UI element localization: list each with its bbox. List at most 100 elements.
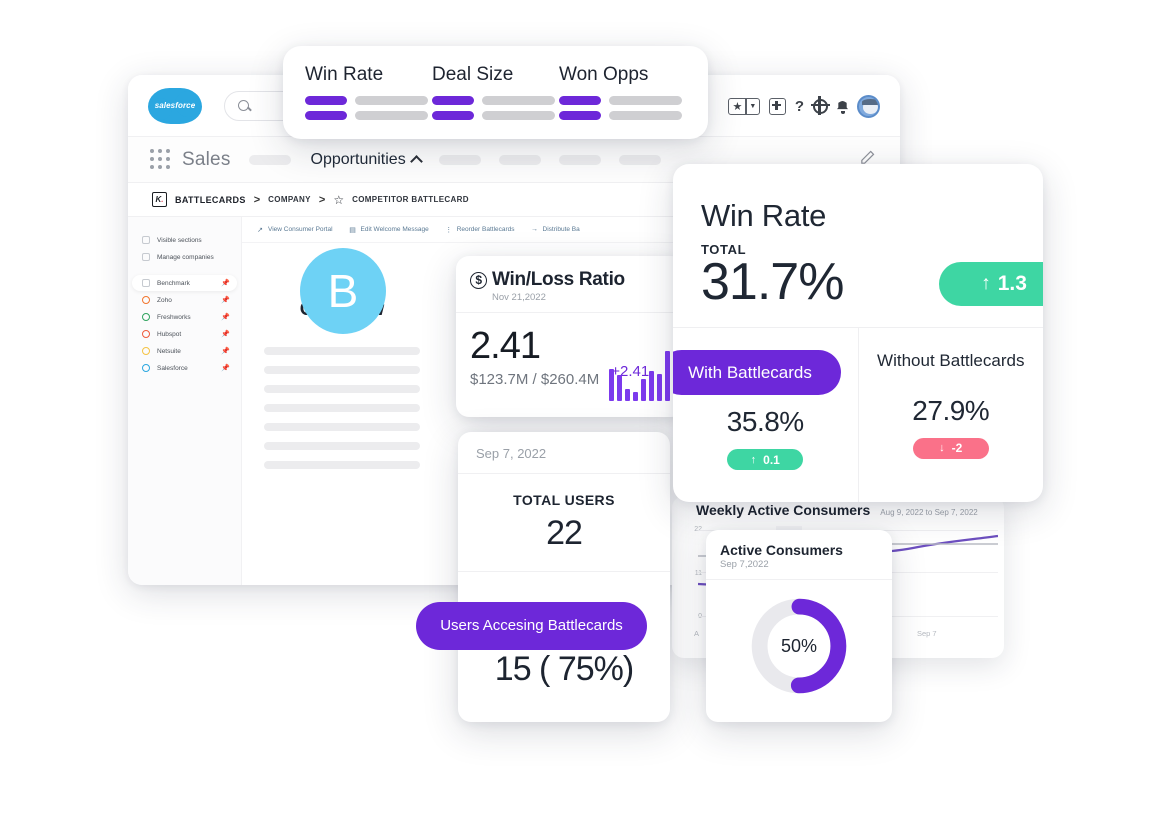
help-icon[interactable]: ? bbox=[795, 99, 804, 114]
x-tick: Sep 7 bbox=[917, 629, 937, 638]
toolbar-label: View Consumer Portal bbox=[268, 226, 333, 233]
star-outline-icon[interactable]: ☆ bbox=[333, 193, 344, 207]
nav-placeholder-tab[interactable] bbox=[498, 154, 541, 165]
breadcrumb-item-battlecards[interactable]: BATTLECARDS bbox=[175, 195, 246, 205]
kpi-bar-row bbox=[432, 96, 559, 105]
user-avatar[interactable] bbox=[857, 94, 880, 118]
benchmark-icon bbox=[142, 279, 150, 287]
active-consumers-title: Active Consumers bbox=[720, 542, 843, 558]
battlecards-sidebar: Visible sections Manage companies Benchm… bbox=[128, 217, 242, 585]
sidebar-item-label: Visible sections bbox=[157, 236, 202, 244]
with-battlecards-label: With Battlecards bbox=[688, 362, 812, 382]
kpi-bar-empty bbox=[355, 111, 428, 120]
with-battlecards-delta: 0.1 bbox=[763, 452, 780, 467]
win-rate-with-battlecards: With Battlecards 35.8% ↑ 0.1 bbox=[673, 328, 858, 502]
sidebar-item-label: Netsuite bbox=[157, 347, 181, 355]
win-loss-ratio-date: Nov 21,2022 bbox=[492, 292, 546, 303]
win-rate-total-delta-badge: ↑ 1.3 bbox=[939, 262, 1043, 306]
kpi-title: Deal Size bbox=[432, 64, 514, 85]
users-accessing-battlecards-chip[interactable]: Users Accesing Battlecards bbox=[416, 602, 647, 650]
app-launcher-icon[interactable] bbox=[150, 148, 172, 171]
users-accessing-battlecards-label: Users Accesing Battlecards bbox=[440, 616, 623, 634]
win-loss-ratio-header: $ Win/Loss Ratio Nov 21,2022 bbox=[456, 256, 684, 313]
sidebar-item-freshworks[interactable]: Freshworks 📌 bbox=[132, 309, 237, 325]
sidebar-item-hubspot[interactable]: Hubspot 📌 bbox=[132, 326, 237, 342]
breadcrumb-item-company[interactable]: COMPANY bbox=[268, 195, 311, 204]
nav-placeholder-tab[interactable] bbox=[558, 154, 601, 165]
notifications-bell-icon[interactable] bbox=[837, 101, 848, 114]
nav-placeholder-tab[interactable] bbox=[618, 154, 661, 165]
sidebar-item-manage-companies[interactable]: Manage companies bbox=[132, 249, 237, 265]
total-users-date: Sep 7, 2022 bbox=[458, 432, 670, 474]
pin-icon[interactable]: 📌 bbox=[221, 296, 230, 304]
kpi-bar-row bbox=[559, 111, 686, 120]
sidebar-item-netsuite[interactable]: Netsuite 📌 bbox=[132, 343, 237, 359]
company-avatar: B bbox=[300, 248, 386, 334]
global-header-actions: ★ ▼ ? bbox=[728, 75, 880, 137]
sidebar-item-label: Freshworks bbox=[157, 313, 191, 321]
add-icon[interactable] bbox=[768, 97, 786, 115]
setup-gear-icon[interactable] bbox=[810, 96, 830, 116]
reorder-icon: ⋮ bbox=[445, 226, 453, 234]
win-rate-total-delta: 1.3 bbox=[997, 272, 1027, 295]
sidebar-item-label: Zoho bbox=[157, 296, 172, 304]
star-glyph: ★ bbox=[732, 100, 743, 113]
battlecards-badge-icon: K. bbox=[152, 192, 167, 207]
active-consumers-donut-wrap: 50% bbox=[706, 580, 892, 698]
win-loss-ratio-card: $ Win/Loss Ratio Nov 21,2022 2.41 $123.7… bbox=[456, 256, 684, 417]
salesforce-logo[interactable]: salesforce bbox=[148, 87, 202, 124]
sidebar-item-benchmark[interactable]: Benchmark 📌 bbox=[132, 275, 237, 291]
active-consumers-date: Sep 7,2022 bbox=[706, 558, 892, 580]
pin-icon[interactable]: 📌 bbox=[221, 347, 230, 355]
kpi-bar-empty bbox=[355, 96, 428, 105]
kpi-bar-empty bbox=[482, 111, 555, 120]
arrow-up-icon: ↑ bbox=[750, 453, 757, 466]
win-rate-total-section: Win Rate TOTAL 31.7% ↑ 1.3 bbox=[673, 164, 1043, 327]
pin-icon[interactable]: 📌 bbox=[221, 364, 230, 372]
kpi-column-won-opps: Won Opps bbox=[559, 64, 686, 139]
chevron-up-icon bbox=[409, 154, 423, 168]
with-battlecards-chip[interactable]: With Battlecards bbox=[673, 350, 841, 395]
toolbar-edit-welcome-message[interactable]: ▤ Edit Welcome Message bbox=[349, 226, 428, 234]
win-loss-ratio-title: Win/Loss Ratio bbox=[492, 269, 625, 290]
tab-opportunities[interactable]: Opportunities bbox=[311, 151, 423, 169]
kpi-bar-filled bbox=[432, 96, 474, 105]
kpi-column-win-rate: Win Rate bbox=[305, 64, 432, 139]
sidebar-item-label: Benchmark bbox=[157, 279, 190, 287]
win-rate-title: Win Rate bbox=[701, 198, 827, 233]
grid-icon bbox=[142, 253, 150, 261]
pin-icon[interactable]: 📌 bbox=[221, 313, 230, 321]
total-users-card: Sep 7, 2022 TOTAL USERS 22 Users Accesin… bbox=[416, 432, 670, 722]
total-users-label: TOTAL USERS bbox=[513, 492, 615, 508]
sidebar-item-visible-sections[interactable]: Visible sections bbox=[132, 232, 237, 248]
kpi-bar-filled bbox=[305, 96, 347, 105]
sidebar-item-zoho[interactable]: Zoho 📌 bbox=[132, 292, 237, 308]
breadcrumb-item-competitor-battlecard[interactable]: COMPETITOR BATTLECARD bbox=[352, 195, 469, 204]
pin-icon[interactable]: 📌 bbox=[221, 279, 230, 287]
company-dot-icon bbox=[142, 364, 150, 372]
weekly-active-consumers-range: Aug 9, 2022 to Sep 7, 2022 bbox=[880, 508, 978, 517]
favorites-star-icon[interactable]: ★ ▼ bbox=[728, 97, 760, 115]
dollar-circle-icon: $ bbox=[470, 271, 487, 289]
kpi-bars bbox=[432, 96, 559, 120]
nav-placeholder-tab[interactable] bbox=[438, 154, 481, 165]
x-tick: A bbox=[694, 629, 700, 638]
badge-dot: . bbox=[161, 195, 164, 204]
toolbar-distribute-battlecards[interactable]: → Distribute Ba bbox=[531, 226, 580, 234]
win-loss-ratio-title-row: $ Win/Loss Ratio bbox=[470, 269, 684, 291]
kpi-bar-empty bbox=[609, 96, 682, 105]
toolbar-label: Distribute Ba bbox=[542, 226, 580, 233]
kpi-bar-row bbox=[559, 96, 686, 105]
nav-placeholder-tab[interactable] bbox=[248, 154, 291, 165]
eye-icon bbox=[142, 236, 150, 244]
chevron-down-icon: ▼ bbox=[749, 102, 757, 110]
company-dot-icon bbox=[142, 313, 150, 321]
toolbar-reorder-battlecards[interactable]: ⋮ Reorder Battlecards bbox=[445, 226, 514, 234]
kpi-bar-empty bbox=[482, 96, 555, 105]
pin-icon[interactable]: 📌 bbox=[221, 330, 230, 338]
toolbar-view-consumer-portal[interactable]: ↗ View Consumer Portal bbox=[256, 226, 333, 234]
active-consumers-value: 50% bbox=[780, 635, 818, 656]
kpi-column-deal-size: Deal Size bbox=[432, 64, 559, 139]
sidebar-item-salesforce[interactable]: Salesforce 📌 bbox=[132, 360, 237, 376]
edit-message-icon: ▤ bbox=[349, 226, 356, 234]
